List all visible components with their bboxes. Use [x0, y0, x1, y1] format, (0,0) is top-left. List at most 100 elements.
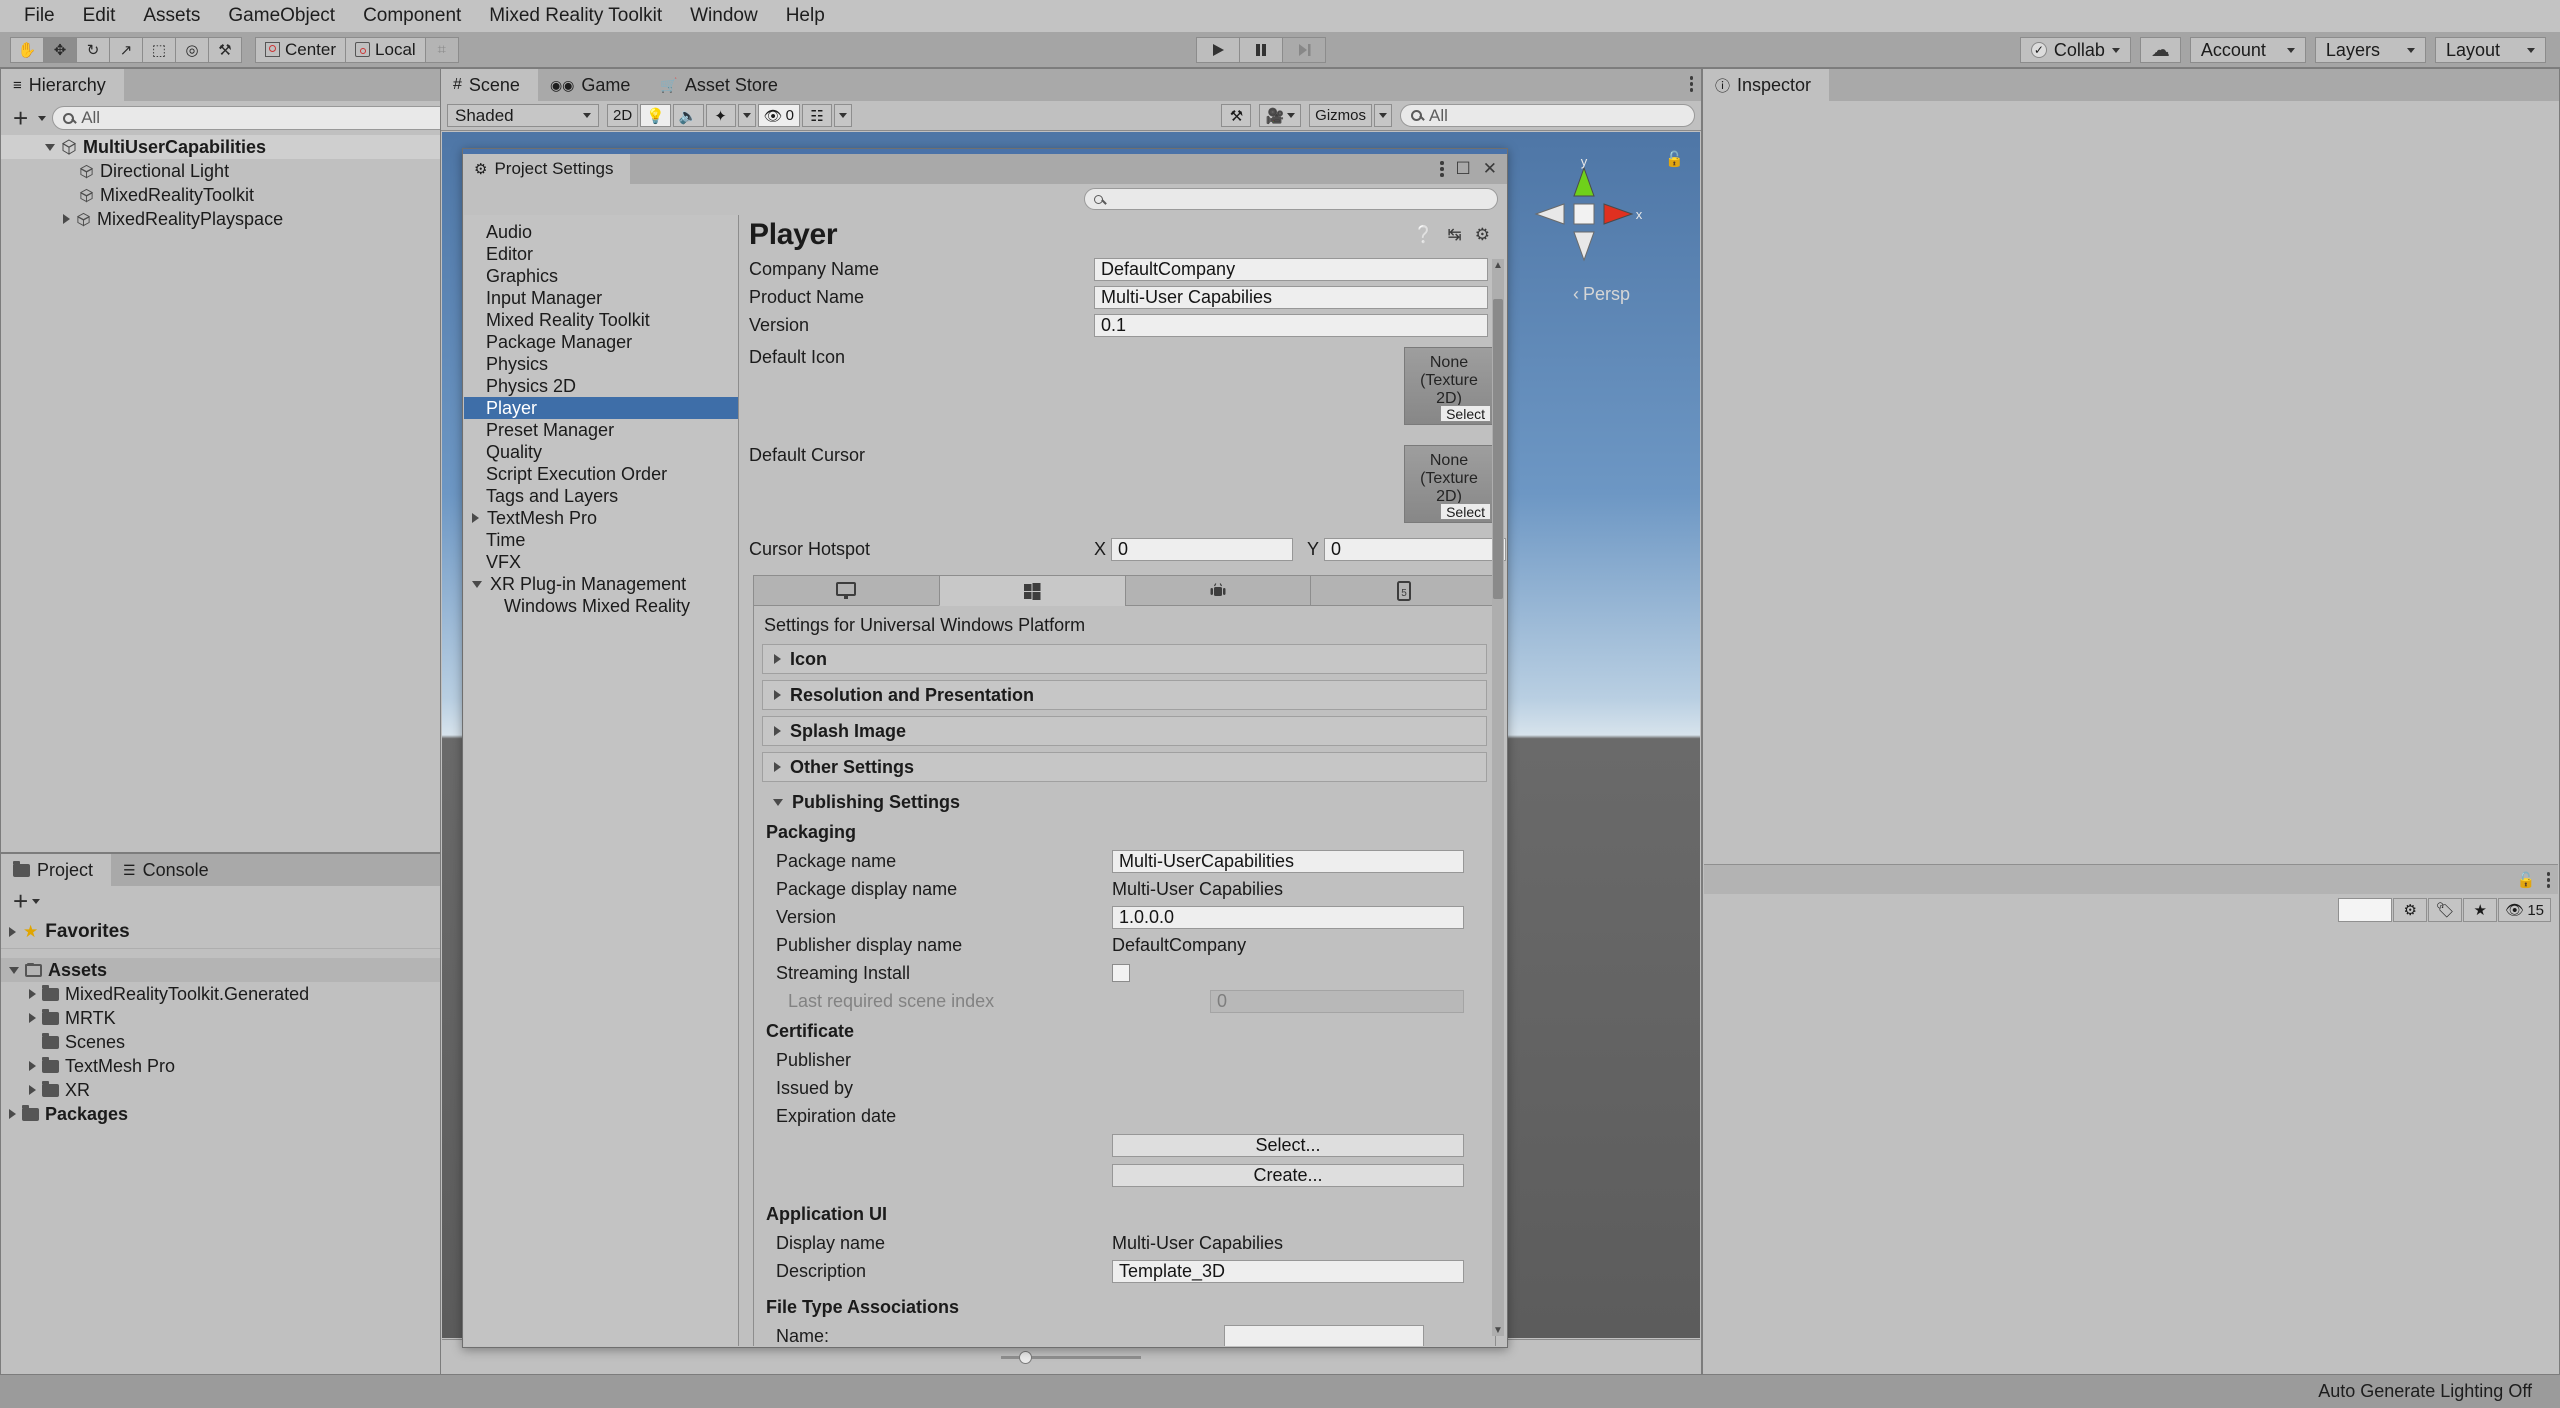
settings-nav-editor[interactable]: Editor — [464, 243, 738, 265]
foldout-other-settings[interactable]: Other Settings — [762, 752, 1487, 782]
gizmos-button[interactable]: Gizmos — [1309, 104, 1372, 127]
settings-nav-vfx[interactable]: VFX — [464, 551, 738, 573]
mode-2d-button[interactable]: 2D — [607, 104, 639, 127]
project-settings-window[interactable]: ⚙ Project Settings ☐ ✕ Audio Editor Grap… — [462, 148, 1508, 1348]
settings-nav-package-manager[interactable]: Package Manager — [464, 331, 738, 353]
lock-icon[interactable]: 🔓 — [2517, 871, 2536, 889]
settings-nav-input-manager[interactable]: Input Manager — [464, 287, 738, 309]
rect-tool-icon[interactable]: ⬚ — [142, 36, 176, 63]
foldout-splash-image[interactable]: Splash Image — [762, 716, 1487, 746]
gear-icon[interactable]: ⚙ — [1475, 225, 1490, 245]
hierarchy-add-button[interactable]: + — [9, 105, 32, 131]
scrollbar-thumb[interactable] — [1493, 299, 1503, 599]
close-icon[interactable]: ✕ — [1483, 159, 1497, 179]
project-item-textmesh-pro[interactable]: TextMesh Pro — [1, 1054, 451, 1078]
settings-nav-script-execution-order[interactable]: Script Execution Order — [464, 463, 738, 485]
settings-nav-tags-and-layers[interactable]: Tags and Layers — [464, 485, 738, 507]
project-item-assets[interactable]: Assets — [1, 958, 451, 982]
pivot-mode-button[interactable]: Center — [255, 36, 347, 63]
scene-projection-label[interactable]: ‹ Persp — [1573, 284, 1630, 305]
settings-nav-preset-manager[interactable]: Preset Manager — [464, 419, 738, 441]
hand-tool-icon[interactable]: ✋ — [10, 36, 44, 63]
chevron-down-icon[interactable] — [472, 580, 482, 588]
project-settings-search-input[interactable] — [1084, 188, 1498, 210]
layout-button[interactable]: Layout — [2434, 37, 2546, 63]
chevron-down-icon[interactable] — [32, 898, 41, 904]
project-favorites-row[interactable]: ★ Favorites — [1, 916, 451, 949]
tab-hierarchy[interactable]: ≡ Hierarchy — [1, 69, 124, 101]
certificate-create-button[interactable]: Create... — [1112, 1163, 1464, 1187]
settings-nav-xr-plugin-management[interactable]: XR Plug-in Management — [464, 573, 738, 595]
play-button[interactable] — [1196, 37, 1240, 63]
step-button[interactable] — [1282, 37, 1326, 63]
move-tool-icon[interactable]: ✥ — [43, 36, 77, 63]
preview-components-icon[interactable]: ⚙ — [2393, 898, 2428, 922]
cursor-hotspot-y-input[interactable]: 0 — [1324, 537, 1506, 561]
scene-grid-icon[interactable]: ☷ — [801, 104, 832, 127]
streaming-install-checkbox[interactable] — [1112, 964, 1130, 982]
player-settings-scrollbar[interactable]: ▲ ▼ — [1492, 259, 1504, 1336]
settings-nav-physics[interactable]: Physics — [464, 353, 738, 375]
tab-project[interactable]: Project — [1, 854, 112, 886]
settings-nav-physics-2d[interactable]: Physics 2D — [464, 375, 738, 397]
settings-nav-audio[interactable]: Audio — [464, 221, 738, 243]
maximize-icon[interactable]: ☐ — [1456, 159, 1471, 179]
chevron-right-icon[interactable] — [472, 513, 479, 523]
preview-visibility-toggle[interactable]: 👁 15 — [2498, 898, 2551, 922]
rotate-tool-icon[interactable]: ↻ — [76, 36, 110, 63]
tab-game[interactable]: ◉◉ Game — [538, 69, 648, 101]
scene-fx-dropdown[interactable] — [737, 104, 756, 127]
scene-orientation-gizmo[interactable]: y x — [1520, 150, 1648, 278]
settings-nav-textmesh-pro[interactable]: TextMesh Pro — [464, 507, 738, 529]
menu-item-help[interactable]: Help — [772, 0, 839, 32]
menu-item-component[interactable]: Component — [349, 0, 475, 32]
project-item-mixedrealitytoolkit-generated[interactable]: MixedRealityToolkit.Generated — [1, 982, 451, 1006]
inspector-menu-icon[interactable] — [2546, 872, 2550, 888]
scale-tool-icon[interactable]: ↗ — [109, 36, 143, 63]
chevron-right-icon[interactable] — [9, 1109, 16, 1119]
default-icon-object-field[interactable]: None (Texture 2D) Select — [1404, 347, 1494, 425]
scene-gizmo-lock-icon[interactable]: 🔓 — [1665, 150, 1684, 168]
space-mode-button[interactable]: Local — [345, 36, 426, 63]
custom-tool-icon[interactable]: ⚒ — [208, 36, 242, 63]
project-item-scenes[interactable]: Scenes — [1, 1030, 451, 1054]
pause-button[interactable] — [1239, 37, 1283, 63]
preview-tag-icon[interactable]: 🏷 — [2428, 898, 2463, 922]
chevron-right-icon[interactable] — [29, 1013, 36, 1023]
settings-nav-player[interactable]: Player — [464, 397, 738, 419]
cursor-hotspot-x-input[interactable]: 0 — [1111, 537, 1293, 561]
tab-asset-store[interactable]: 🛒 Asset Store — [648, 69, 795, 101]
scene-lighting-icon[interactable]: 💡 — [640, 104, 671, 127]
scene-zoom-slider[interactable] — [1001, 1350, 1141, 1364]
project-item-mrtk[interactable]: MRTK — [1, 1006, 451, 1030]
scene-audio-icon[interactable]: 🔈 — [672, 104, 704, 127]
foldout-icon[interactable]: Icon — [762, 644, 1487, 674]
project-add-button[interactable]: + — [9, 888, 32, 914]
chevron-down-icon[interactable] — [45, 143, 55, 151]
tab-scene[interactable]: # Scene — [441, 69, 538, 101]
collab-button[interactable]: ✓ Collab — [2019, 37, 2131, 63]
chevron-right-icon[interactable] — [29, 989, 36, 999]
cloud-button[interactable]: ☁ — [2139, 37, 2181, 63]
project-item-packages[interactable]: Packages — [1, 1102, 451, 1126]
default-cursor-object-field[interactable]: None (Texture 2D) Select — [1404, 445, 1494, 523]
settings-nav-graphics[interactable]: Graphics — [464, 265, 738, 287]
product-name-input[interactable]: Multi-User Capabilies — [1094, 285, 1488, 309]
chevron-right-icon[interactable] — [29, 1085, 36, 1095]
scene-fx-icon[interactable]: ✦ — [705, 104, 736, 127]
menu-item-file[interactable]: File — [10, 0, 69, 32]
slider-knob[interactable] — [1019, 1350, 1032, 1364]
grid-snap-icon[interactable]: ⌗ — [424, 36, 459, 63]
foldout-resolution-and-presentation[interactable]: Resolution and Presentation — [762, 680, 1487, 710]
chevron-down-icon[interactable] — [9, 966, 19, 974]
platform-tab-standalone[interactable] — [753, 575, 940, 606]
platform-tab-android[interactable] — [1124, 575, 1312, 606]
scene-tools-icon[interactable]: ⚒ — [1221, 104, 1252, 127]
foldout-publishing-settings[interactable]: Publishing Settings — [762, 788, 1487, 816]
version-input[interactable]: 0.1 — [1094, 313, 1488, 337]
default-cursor-select-button[interactable]: Select — [1440, 503, 1491, 520]
preview-search-field[interactable] — [2338, 898, 2393, 922]
platform-tab-webgl[interactable]: 5 — [1310, 575, 1497, 606]
chevron-right-icon[interactable] — [9, 927, 16, 937]
layers-button[interactable]: Layers — [2314, 37, 2426, 63]
